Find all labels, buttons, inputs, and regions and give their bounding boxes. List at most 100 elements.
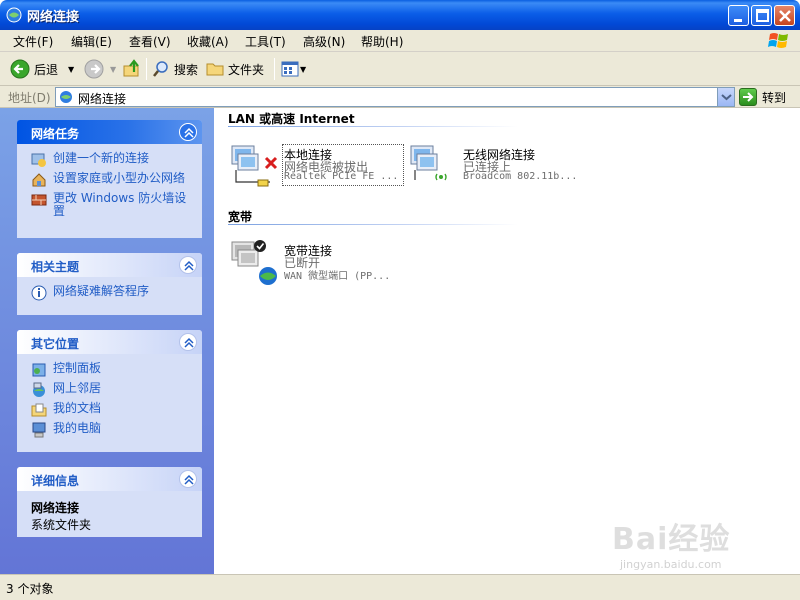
menu-help[interactable]: 帮助(H) xyxy=(361,33,403,50)
panel-title: 网络任务 xyxy=(31,127,80,141)
menu-file[interactable]: 文件(F) xyxy=(13,33,53,50)
network-troubleshooter-link[interactable]: 网络疑难解答程序 xyxy=(31,285,194,301)
network-connections-icon xyxy=(6,7,22,23)
my-network-places-link[interactable]: 网上邻居 xyxy=(31,382,194,398)
chevron-down-icon xyxy=(721,94,732,101)
menu-advanced[interactable]: 高级(N) xyxy=(303,33,345,50)
firewall-settings-link[interactable]: 更改 Windows 防火墙设置 xyxy=(31,192,194,218)
views-button[interactable]: ▼ xyxy=(281,58,306,80)
toolbar-separator xyxy=(274,58,275,80)
connection-wireless[interactable]: 无线网络连接 已连接上 Broadcom 802.11b... xyxy=(409,144,589,192)
new-connection-icon xyxy=(31,153,46,167)
menu-view[interactable]: 查看(V) xyxy=(129,33,171,50)
search-label: 搜索 xyxy=(174,62,199,77)
address-dropdown-button[interactable] xyxy=(717,88,734,106)
panel-title: 详细信息 xyxy=(31,474,80,488)
back-arrow-icon xyxy=(10,59,30,79)
connection-device: WAN 微型端口 (PP... xyxy=(284,271,391,282)
search-icon xyxy=(153,61,168,77)
network-connections-icon xyxy=(60,91,72,103)
folders-button[interactable]: 文件夹 xyxy=(206,58,264,80)
collapse-icon[interactable] xyxy=(179,470,197,488)
link-label: 我的电脑 xyxy=(53,421,102,435)
my-documents-link[interactable]: 我的文档 xyxy=(31,402,194,418)
address-value: 网络连接 xyxy=(78,92,127,106)
forward-button[interactable]: ▼ xyxy=(84,58,116,80)
computer-icon xyxy=(32,422,46,438)
create-connection-link[interactable]: 创建一个新的连接 xyxy=(31,152,194,168)
window-title: 网络连接 xyxy=(27,10,80,25)
documents-icon xyxy=(31,403,47,417)
watermark-sub: jingyan.baidu.com xyxy=(620,558,722,571)
details-name: 网络连接 xyxy=(31,501,80,515)
panel-title: 其它位置 xyxy=(31,337,80,351)
baidu-watermark: Bai经验 jingyan.baidu.com xyxy=(612,514,730,571)
broadband-disconnected-icon xyxy=(231,240,277,285)
details-panel: 详细信息 网络连接 系统文件夹 xyxy=(17,467,202,537)
link-label: 我的文档 xyxy=(53,401,102,415)
forward-arrow-icon xyxy=(84,59,104,79)
details-header[interactable]: 详细信息 xyxy=(17,467,202,491)
network-tasks-header[interactable]: 网络任务 xyxy=(17,120,202,144)
toolbar: 后退 ▼ ▼ 搜索 文件夹 ▼ xyxy=(0,52,800,86)
collapse-icon[interactable] xyxy=(179,123,197,141)
menu-favorites[interactable]: 收藏(A) xyxy=(187,33,229,50)
go-button[interactable]: 转到 xyxy=(739,87,786,107)
link-label: 网络疑难解答程序 xyxy=(53,284,150,298)
connections-view: LAN 或高速 Internet 本地连接 网络电缆被拔出 Realtek PC… xyxy=(214,108,800,574)
collapse-icon[interactable] xyxy=(179,256,197,274)
connection-local-area[interactable]: 本地连接 网络电缆被拔出 Realtek PCIe FE ... xyxy=(230,144,410,192)
group-header-broadband: 宽带 xyxy=(228,210,253,224)
menu-bar: 文件(F) 编辑(E) 查看(V) 收藏(A) 工具(T) 高级(N) 帮助(H… xyxy=(0,30,800,52)
panel-title: 相关主题 xyxy=(31,260,80,274)
menu-edit[interactable]: 编辑(E) xyxy=(71,33,112,50)
search-button[interactable]: 搜索 xyxy=(152,58,198,80)
setup-home-network-link[interactable]: 设置家庭或小型办公网络 xyxy=(31,172,194,188)
network-places-icon xyxy=(33,382,45,397)
title-bar: 网络连接 xyxy=(0,0,800,30)
watermark-main: Bai经验 xyxy=(612,522,731,557)
back-dropdown-icon[interactable]: ▼ xyxy=(68,65,74,74)
other-places-header[interactable]: 其它位置 xyxy=(17,330,202,354)
connection-device: Broadcom 802.11b... xyxy=(463,171,578,182)
link-label: 更改 Windows 防火墙设置 xyxy=(53,191,187,218)
link-label: 网上邻居 xyxy=(53,381,102,395)
up-folder-icon xyxy=(123,59,139,77)
back-label: 后退 xyxy=(34,62,59,77)
link-label: 设置家庭或小型办公网络 xyxy=(53,171,186,185)
address-bar: 地址(D) 网络连接 转到 xyxy=(0,86,800,108)
status-bar: 3 个对象 xyxy=(0,574,800,600)
related-topics-header[interactable]: 相关主题 xyxy=(17,253,202,277)
forward-dropdown-icon[interactable]: ▼ xyxy=(110,65,116,74)
home-network-icon xyxy=(32,173,46,187)
go-label: 转到 xyxy=(762,90,787,105)
details-type: 系统文件夹 xyxy=(31,518,92,532)
connection-device: Realtek PCIe FE ... xyxy=(284,171,399,182)
info-icon xyxy=(31,285,47,301)
group-divider xyxy=(228,126,518,127)
minimize-button[interactable] xyxy=(728,5,749,26)
folder-icon xyxy=(206,63,224,76)
address-input[interactable]: 网络连接 xyxy=(55,87,735,107)
close-button[interactable] xyxy=(774,5,795,26)
control-panel-icon xyxy=(32,363,46,377)
task-pane: 网络任务 创建一个新的连接 设置家庭或小型办公网络 更改 Windows 防火墙… xyxy=(0,108,214,574)
maximize-button[interactable] xyxy=(751,5,772,26)
other-places-panel: 其它位置 控制面板 网上邻居 我的文档 我的电脑 xyxy=(17,330,202,452)
status-text: 3 个对象 xyxy=(6,582,54,596)
go-arrow-icon xyxy=(739,88,757,106)
connection-broadband[interactable]: 宽带连接 已断开 WAN 微型端口 (PP... xyxy=(230,240,410,288)
network-tasks-panel: 网络任务 创建一个新的连接 设置家庭或小型办公网络 更改 Windows 防火墙… xyxy=(17,120,202,238)
collapse-icon[interactable] xyxy=(179,333,197,351)
my-computer-link[interactable]: 我的电脑 xyxy=(31,422,194,438)
menu-tools[interactable]: 工具(T) xyxy=(245,33,286,50)
wireless-connected-icon xyxy=(410,145,447,181)
related-topics-panel: 相关主题 网络疑难解答程序 xyxy=(17,253,202,315)
group-header-lan: LAN 或高速 Internet xyxy=(228,112,355,126)
back-button[interactable]: 后退 ▼ xyxy=(10,58,74,80)
windows-logo-icon xyxy=(768,33,788,48)
control-panel-link[interactable]: 控制面板 xyxy=(31,362,194,378)
up-folder-button[interactable] xyxy=(122,58,142,80)
link-label: 创建一个新的连接 xyxy=(53,151,150,165)
address-label: 地址(D) xyxy=(8,91,51,105)
